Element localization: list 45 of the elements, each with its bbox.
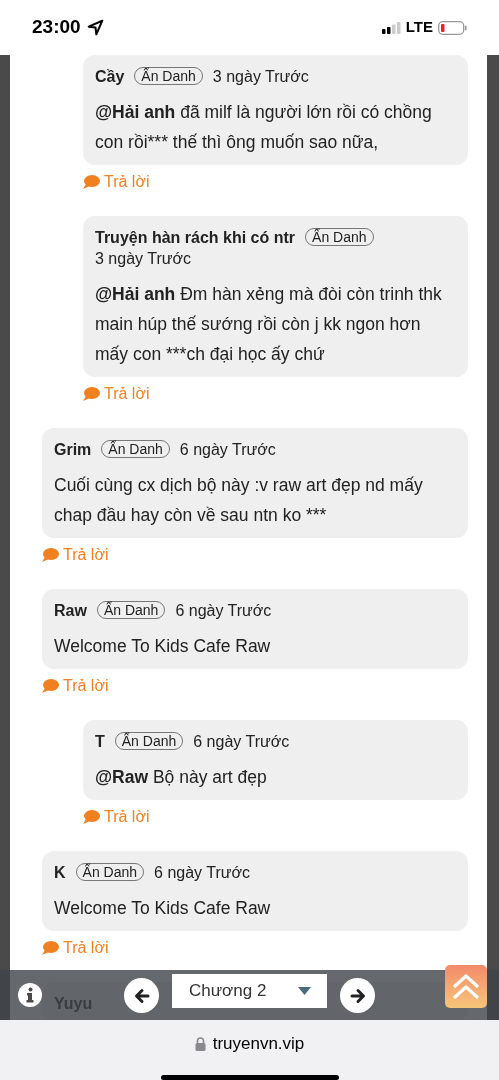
reply-link[interactable]: Trả lời [83, 384, 150, 404]
info-icon[interactable] [18, 983, 42, 1007]
double-chevron-up-icon [451, 972, 481, 1001]
reply-link[interactable]: Trả lời [83, 172, 150, 192]
location-arrow-icon [86, 19, 104, 36]
commenter-name: Raw [54, 602, 87, 619]
speech-bubble-icon [42, 941, 59, 955]
comment-time: 3 ngày Trước [212, 68, 309, 85]
speech-bubble-icon [83, 810, 100, 824]
commenter-name: T [95, 733, 105, 750]
comment-text: @Hải anh Đm hàn xẻng mà đòi còn trinh thk main húp thế sướng rồi còn j kk ngon hơn mấy con ***ch đại học ấy chứ [95, 283, 443, 366]
comment-text: @Hải anh đã milf là người lớn rồi có chồng con rồi*** thế thì ông muốn sao nữa, [95, 101, 433, 154]
reply-link[interactable]: Trả lời [42, 676, 109, 696]
reply-link[interactable]: Trả lời [42, 545, 109, 565]
comment-time: 3 ngày Trước [95, 250, 191, 267]
speech-bubble-icon [42, 679, 59, 693]
lock-icon [194, 1036, 206, 1051]
dropdown-caret-icon [298, 987, 311, 995]
comment-time: 6 ngày Trước [175, 602, 272, 619]
battery-icon [438, 20, 467, 35]
comment-text: Welcome To Kids Cafe Raw [54, 635, 272, 658]
chapter-select[interactable]: Chương 2 [172, 974, 327, 1008]
previous-chapter-button[interactable] [124, 978, 159, 1013]
comment-text: @Raw Bộ này art đẹp [95, 766, 268, 789]
comment-time: 6 ngày Trước [193, 733, 290, 750]
comment-text: Welcome To Kids Cafe Raw [54, 897, 272, 920]
commenter-name: K [54, 864, 66, 881]
network-label: LTE [405, 17, 433, 38]
left-arrow-icon [133, 987, 150, 1004]
next-chapter-button[interactable] [340, 978, 375, 1013]
commenter-name: Truyện hàn rách khi có ntr [95, 229, 296, 246]
commenter-name: Grim [54, 441, 92, 458]
reply-link[interactable]: Trả lời [42, 938, 109, 958]
status-time: 23:00 [32, 15, 81, 40]
comment-text: Cuối cùng cx dịch bộ này :v raw art đẹp nd mấy chap đầu hay còn về sau ntn ko *** [54, 474, 424, 527]
url-text[interactable]: truyenvn.vip [212, 1031, 305, 1057]
commenter-name: Cầy [95, 68, 125, 85]
speech-bubble-icon [83, 387, 100, 401]
right-arrow-icon [349, 987, 366, 1004]
signal-icon [381, 21, 401, 34]
speech-bubble-icon [83, 175, 100, 189]
comment-time: 6 ngày Trước [154, 864, 250, 881]
comment-time: 6 ngày Trước [179, 441, 276, 458]
reply-link[interactable]: Trả lời [83, 807, 150, 827]
speech-bubble-icon [42, 548, 59, 562]
